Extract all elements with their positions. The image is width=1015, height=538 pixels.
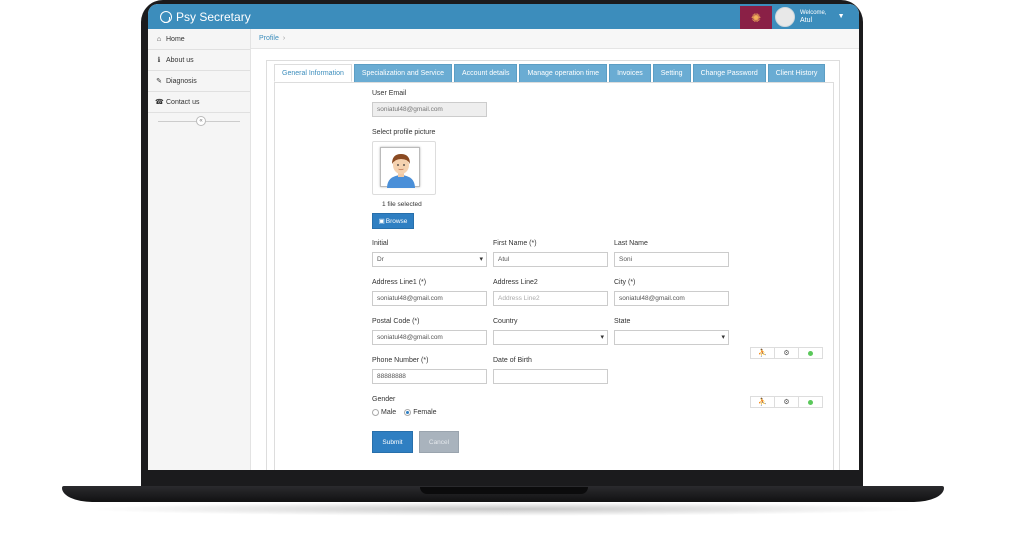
- user-email-label: User Email: [372, 90, 407, 97]
- date-of-birth-field[interactable]: [493, 369, 608, 384]
- tab-divider: [274, 82, 834, 83]
- edit-icon: ✎: [156, 78, 162, 85]
- profile-picture-label: Select profile picture: [372, 129, 436, 136]
- sidebar-item-home[interactable]: ⌂ Home: [148, 29, 250, 50]
- date-of-birth-label: Date of Birth: [493, 357, 532, 364]
- submit-button[interactable]: Submit: [372, 431, 413, 453]
- address-line2-label: Address Line2: [493, 279, 538, 286]
- profile-picture-frame: [372, 141, 436, 195]
- status-indicator: [799, 397, 822, 407]
- tab-manage-operation-time[interactable]: Manage operation time: [519, 64, 608, 82]
- first-name-field[interactable]: Atul: [493, 252, 608, 267]
- tab-client-history[interactable]: Client History: [767, 64, 826, 82]
- tab-content-border: [274, 82, 834, 470]
- app-title: Psy Secretary: [176, 9, 251, 24]
- info-icon: ℹ: [157, 57, 161, 64]
- screen: Psy Secretary ✺ Welcome, Atul ▼ ⌂ Home ℹ…: [148, 4, 859, 470]
- city-field[interactable]: soniatul48@gmail.com: [614, 291, 729, 306]
- cancel-button[interactable]: Cancel: [419, 431, 459, 453]
- gear-icon[interactable]: ⚙: [775, 348, 799, 358]
- sidebar-item-label: Contact us: [166, 98, 200, 106]
- last-name-label: Last Name: [614, 240, 648, 247]
- address-line1-label: Address Line1 (*): [372, 279, 427, 286]
- address-line1-field[interactable]: soniatul48@gmail.com: [372, 291, 487, 306]
- laptop-notch: [420, 487, 588, 494]
- user-menu[interactable]: Welcome, Atul ▼: [772, 4, 859, 29]
- tab-bar: General Information Specialization and S…: [274, 64, 826, 82]
- sidebar-item-about-us[interactable]: ℹ About us: [148, 50, 250, 71]
- phone-number-label: Phone Number (*): [372, 357, 429, 364]
- tab-invoices[interactable]: Invoices: [609, 64, 651, 82]
- floating-toolbar-bottom: ⛹ ⚙: [750, 396, 823, 408]
- city-label: City (*): [614, 279, 636, 286]
- laptop-shadow: [80, 502, 926, 516]
- state-label: State: [614, 318, 631, 325]
- sidebar-collapse-row: «: [148, 113, 250, 129]
- phone-icon: ☎: [155, 99, 164, 106]
- gear-icon[interactable]: ⚙: [775, 397, 799, 407]
- welcome-text: Welcome, Atul: [800, 9, 827, 25]
- tab-change-password[interactable]: Change Password: [692, 64, 766, 82]
- first-name-label: First Name (*): [493, 240, 537, 247]
- gender-label: Gender: [372, 396, 396, 403]
- user-icon[interactable]: ⛹: [751, 348, 775, 358]
- sidebar: ⌂ Home ℹ About us ✎ Diagnosis ☎ Contact …: [148, 29, 251, 470]
- user-avatar-icon: [387, 154, 415, 188]
- breadcrumb-profile[interactable]: Profile: [259, 35, 279, 42]
- floating-toolbar-top: ⛹ ⚙: [750, 347, 823, 359]
- last-name-field[interactable]: Soni: [614, 252, 729, 267]
- tab-account-details[interactable]: Account details: [453, 64, 518, 82]
- user-name: Atul: [800, 16, 813, 24]
- image-icon: ▣: [378, 218, 385, 225]
- breadcrumb: Profile ›: [251, 29, 859, 49]
- country-select[interactable]: [493, 330, 608, 345]
- gender-male-radio[interactable]: [372, 409, 379, 416]
- status-indicator: [799, 348, 822, 358]
- sidebar-item-label: Diagnosis: [166, 77, 197, 85]
- home-icon: ⌂: [156, 35, 162, 43]
- gender-options: Male Female: [372, 409, 437, 416]
- gender-female-radio[interactable]: [404, 409, 412, 416]
- country-label: Country: [493, 318, 518, 325]
- address-line2-field[interactable]: Address Line2: [493, 291, 608, 306]
- gender-male-label: Male: [381, 409, 397, 416]
- sidebar-item-diagnosis[interactable]: ✎ Diagnosis: [148, 71, 250, 92]
- postal-code-field[interactable]: soniatul48@gmail.com: [372, 330, 487, 345]
- tab-setting[interactable]: Setting: [652, 64, 691, 82]
- file-status-text: 1 file selected: [382, 201, 422, 208]
- state-select[interactable]: [614, 330, 729, 345]
- tab-specialization-and-service[interactable]: Specialization and Service: [353, 64, 452, 82]
- collapse-sidebar-button[interactable]: «: [196, 116, 206, 126]
- breadcrumb-separator: ›: [282, 35, 286, 42]
- postal-code-label: Postal Code (*): [372, 318, 420, 325]
- chevron-down-icon: ▼: [837, 13, 845, 20]
- initial-label: Initial: [372, 240, 389, 247]
- sidebar-item-label: About us: [166, 56, 194, 64]
- notification-icon[interactable]: ✺: [740, 6, 772, 29]
- gender-female-label: Female: [413, 409, 437, 416]
- stethoscope-icon: [160, 10, 172, 23]
- browse-button[interactable]: ▣ Browse: [372, 213, 414, 229]
- top-navbar: Psy Secretary ✺ Welcome, Atul ▼: [148, 4, 859, 29]
- initial-select[interactable]: Dr: [372, 252, 487, 267]
- user-email-field[interactable]: soniatul48@gmail.com: [372, 102, 487, 117]
- phone-number-field[interactable]: 88888888: [372, 369, 487, 384]
- sidebar-item-contact-us[interactable]: ☎ Contact us: [148, 92, 250, 113]
- app-logo[interactable]: Psy Secretary: [160, 4, 251, 29]
- profile-picture-preview: [380, 147, 420, 188]
- welcome-label: Welcome,: [800, 9, 827, 16]
- online-dot-icon: [808, 350, 813, 356]
- avatar: [775, 6, 795, 27]
- tab-general-information[interactable]: General Information: [274, 64, 352, 82]
- browse-label: Browse: [385, 217, 408, 225]
- sidebar-item-label: Home: [166, 35, 185, 43]
- online-dot-icon: [808, 399, 813, 405]
- user-icon[interactable]: ⛹: [751, 397, 775, 407]
